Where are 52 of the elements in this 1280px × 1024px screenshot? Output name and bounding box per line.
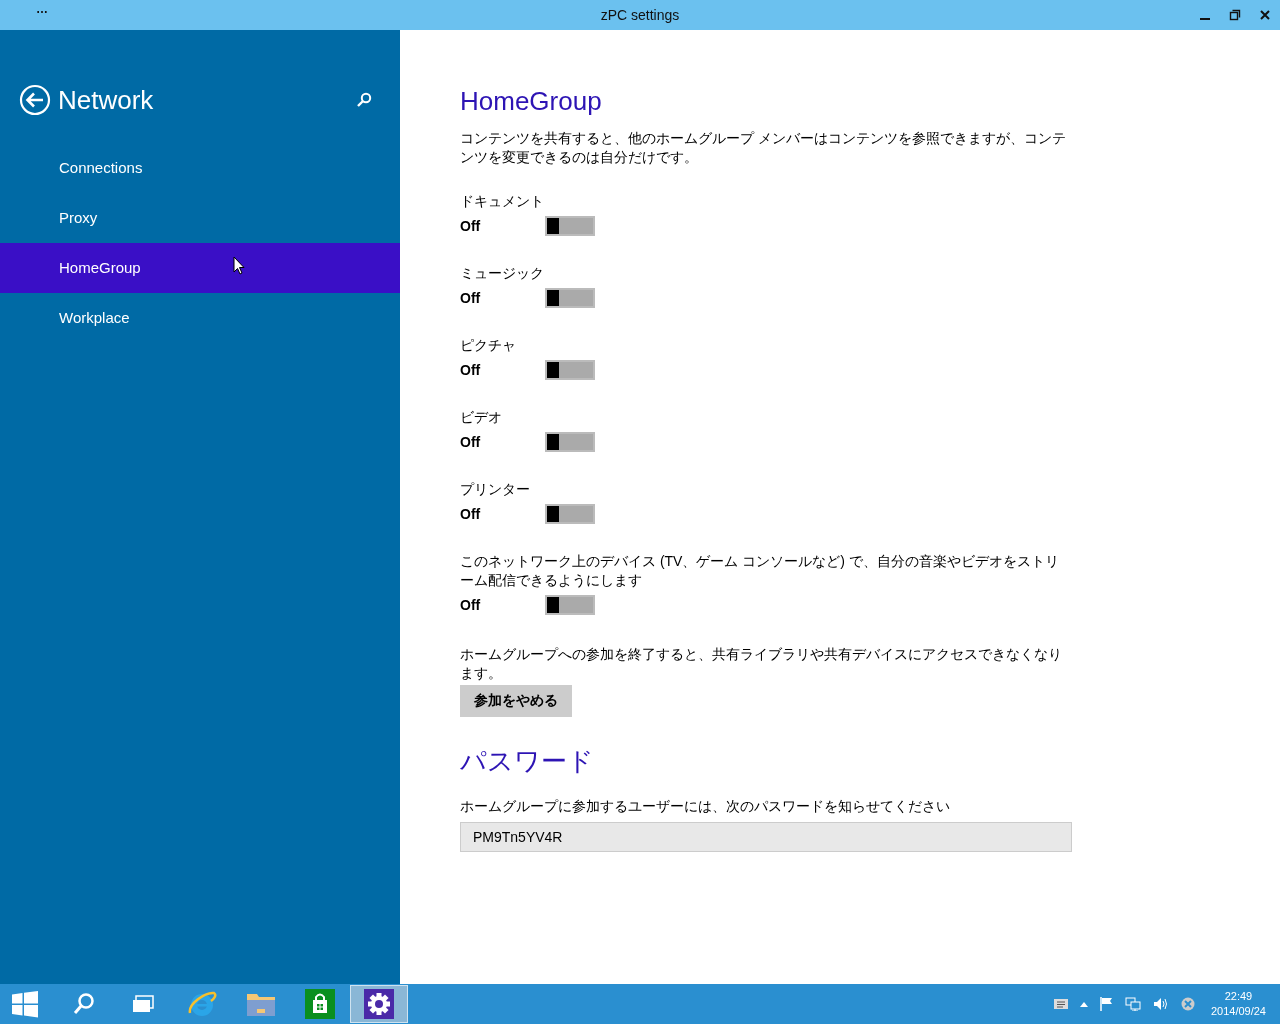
- folder-icon: [246, 991, 276, 1017]
- flag-icon[interactable]: [1099, 997, 1113, 1011]
- menu-dots[interactable]: …: [0, 4, 90, 14]
- windows-icon: [131, 994, 155, 1014]
- toggle-state: Off: [460, 597, 482, 613]
- taskbar-button[interactable]: [350, 985, 408, 1023]
- setting-label: このネットワーク上のデバイス (TV、ゲーム コンソールなど) で、自分の音楽やビデオをストリーム配信できるようにします: [460, 552, 1060, 590]
- setting-label: ドキュメント: [460, 192, 545, 211]
- toggle-switch[interactable]: [545, 595, 595, 615]
- toggle-switch[interactable]: [545, 288, 595, 308]
- setting-label: ピクチャ: [460, 336, 517, 355]
- search-icon[interactable]: [356, 92, 372, 108]
- toggle-state: Off: [460, 218, 482, 234]
- setting-label: ビデオ: [460, 408, 503, 427]
- message-icon[interactable]: [1053, 999, 1068, 1009]
- search-icon: [72, 992, 96, 1016]
- store-icon: [305, 989, 335, 1019]
- mouse-pointer-icon: [233, 256, 245, 275]
- toggle-state: Off: [460, 290, 482, 306]
- toggle-state: Off: [460, 434, 482, 450]
- close-icon[interactable]: [1259, 9, 1271, 21]
- toggle-switch[interactable]: [545, 216, 595, 236]
- toggle-switch[interactable]: [545, 432, 595, 452]
- gear-icon: [364, 989, 394, 1019]
- section-heading: HomeGroup: [460, 85, 603, 117]
- nav-item[interactable]: Connections: [0, 143, 400, 193]
- toggle-switch[interactable]: [545, 504, 595, 524]
- page-title: Network: [58, 84, 155, 116]
- window-title: zPC settings: [599, 7, 681, 23]
- restore-icon[interactable]: [1229, 9, 1241, 21]
- back-icon[interactable]: [19, 84, 51, 116]
- description-text: コンテンツを共有すると、他のホームグループ メンバーはコンテンツを参照できますが、コンテンツを変更できるのは自分だけです。: [460, 129, 1067, 167]
- section-heading: パスワード: [460, 745, 595, 777]
- toggle-switch[interactable]: [545, 360, 595, 380]
- password-field[interactable]: PM9Tn5YV4R: [460, 822, 1072, 852]
- caret-icon[interactable]: [1079, 1001, 1088, 1007]
- speaker-icon[interactable]: [1152, 997, 1169, 1011]
- password-description: ホームグループに参加するユーザーには、次のパスワードを知らせてください: [460, 797, 951, 816]
- leave-homegroup-button[interactable]: 参加をやめる: [460, 685, 572, 717]
- clock-date[interactable]: 2014/09/24: [1210, 1004, 1266, 1019]
- start-icon: [11, 990, 39, 1018]
- nav-item[interactable]: HomeGroup: [0, 243, 400, 293]
- nav-item[interactable]: Proxy: [0, 193, 400, 243]
- toggle-state: Off: [460, 506, 482, 522]
- setting-label: プリンター: [460, 480, 531, 499]
- browser-icon: [187, 989, 217, 1019]
- nav-item[interactable]: Workplace: [0, 293, 400, 343]
- setting-label: ミュージック: [460, 264, 545, 283]
- leave-description: ホームグループへの参加を終了すると、共有ライブラリや共有デバイスにアクセスできなくなります。: [460, 645, 1063, 683]
- network-icon[interactable]: [1124, 997, 1141, 1011]
- toggle-state: Off: [460, 362, 482, 378]
- clock-time[interactable]: 22:49: [1210, 989, 1266, 1004]
